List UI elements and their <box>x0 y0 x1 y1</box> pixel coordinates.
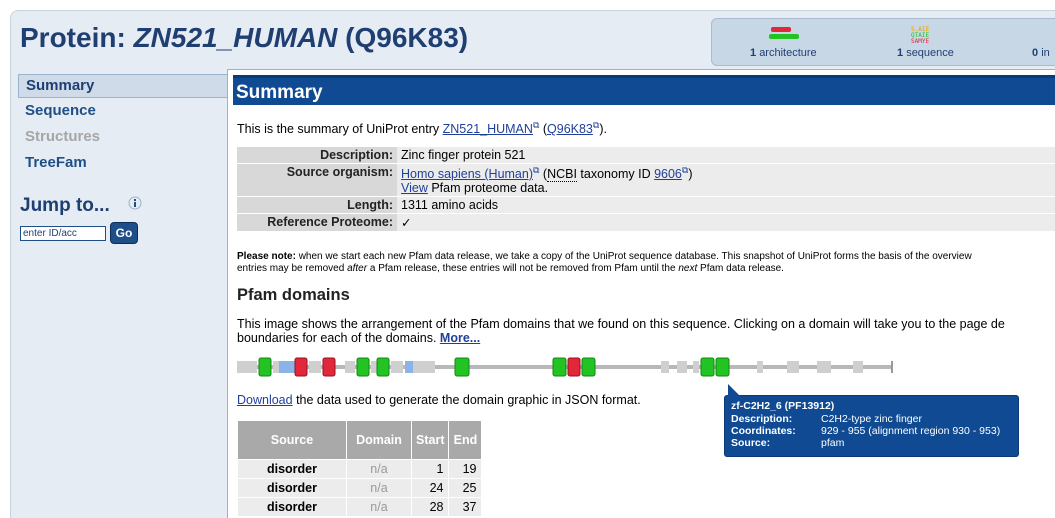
jump-to-title: Jump to... <box>20 195 110 216</box>
domain-green[interactable] <box>700 357 715 377</box>
domain-tooltip: zf-C2H2_6 (PF13912) Description: C2H2-typ… <box>724 384 1019 457</box>
sequence-icon: S.AIE QTAIE SAMYE <box>911 26 929 45</box>
description-value: Zinc finger protein 521 <box>397 147 1055 163</box>
domain-cell: n/a <box>347 460 411 478</box>
taxid-link[interactable]: 9606 <box>654 167 682 181</box>
disorder-region[interactable] <box>693 361 699 373</box>
sidebar-item-summary[interactable]: Summary <box>18 74 228 98</box>
sequence-end-cap <box>891 361 893 373</box>
domain-green[interactable] <box>376 357 390 377</box>
domain-red[interactable] <box>567 357 581 377</box>
column-header-domain[interactable]: Domain <box>347 421 411 459</box>
info-icon[interactable] <box>128 196 142 210</box>
summary-box: 1 architecture S.AIE QTAIE SAMYE 1 seque… <box>711 18 1055 66</box>
low-complexity-region[interactable] <box>405 361 413 373</box>
domain-red[interactable] <box>294 357 308 377</box>
disorder-region[interactable] <box>237 361 257 373</box>
view-proteome-link[interactable]: View <box>401 181 428 195</box>
domain-green[interactable] <box>581 357 596 377</box>
length-label: Length: <box>237 197 397 214</box>
organism-link[interactable]: Homo sapiens (Human) <box>401 167 533 181</box>
pfam-domains-heading: Pfam domains <box>237 286 350 304</box>
disorder-region[interactable] <box>413 361 435 373</box>
start-cell: 1 <box>412 460 449 478</box>
disorder-region[interactable] <box>757 361 763 373</box>
table-row: Description: Zinc finger protein 521 <box>237 147 1055 163</box>
column-header-start[interactable]: Start <box>412 421 449 459</box>
release-note: Please note: when we start each new Pfam… <box>237 251 972 274</box>
go-button[interactable]: Go <box>110 222 138 244</box>
architecture-icon <box>769 27 799 39</box>
disorder-region[interactable] <box>661 361 669 373</box>
source-cell: disorder <box>238 460 346 478</box>
disorder-region[interactable] <box>345 361 355 373</box>
source-organism-value: Homo sapiens (Human)⧉ (NCBI taxonomy ID … <box>397 164 1055 197</box>
checkmark-icon: ✓ <box>397 214 1055 232</box>
sidebar-item-treefam[interactable]: TreeFam <box>18 152 228 176</box>
disorder-region[interactable] <box>677 361 687 373</box>
domain-green[interactable] <box>258 357 272 377</box>
intro-text: This is the summary of UniProt entry ZN5… <box>237 120 607 137</box>
sidebar-item-structures: Structures <box>25 128 101 145</box>
tooltip-title: zf-C2H2_6 (PF13912) <box>731 400 835 412</box>
uniprot-entry-link[interactable]: ZN521_HUMAN <box>443 122 533 136</box>
description-label: Description: <box>237 147 397 163</box>
uniprot-acc-link[interactable]: Q96K83 <box>547 122 593 136</box>
table-row: Reference Proteome: ✓ <box>237 214 1055 232</box>
download-text: Download the data used to generate the d… <box>237 393 641 407</box>
tooltip-row: Coordinates: 929 - 955 (alignment region … <box>731 425 1001 437</box>
download-link[interactable]: Download <box>237 393 293 407</box>
svg-text:SAMYE: SAMYE <box>911 38 929 45</box>
column-header-end[interactable]: End <box>449 421 482 459</box>
sidebar: Summary Sequence Structures TreeFam <box>18 74 228 178</box>
domain-red[interactable] <box>322 357 336 377</box>
page-title: Protein: ZN521_HUMAN (Q96K83) <box>20 22 469 53</box>
disorder-region[interactable] <box>853 361 863 373</box>
disorder-region[interactable] <box>817 361 831 373</box>
reference-proteome-label: Reference Proteome: <box>237 214 397 232</box>
tooltip-row: Source: pfam <box>731 437 845 449</box>
table-row: disorder n/a 24 25 <box>238 479 482 497</box>
domain-cell: n/a <box>347 479 411 497</box>
summary-header: Summary <box>233 75 1055 105</box>
table-header-row: Source Domain Start End <box>238 421 482 459</box>
disorder-region[interactable] <box>371 361 377 373</box>
domain-green[interactable] <box>715 357 730 377</box>
start-cell: 28 <box>412 498 449 516</box>
source-cell: disorder <box>238 479 346 497</box>
table-row: Source organism: Homo sapiens (Human)⧉ (… <box>237 164 1055 197</box>
disorder-region[interactable] <box>787 361 799 373</box>
source-organism-label: Source organism: <box>237 164 397 197</box>
start-cell: 24 <box>412 479 449 497</box>
table-row: Length: 1311 amino acids <box>237 197 1055 214</box>
length-value: 1311 amino acids <box>397 197 1055 214</box>
description-table: Description: Zinc finger protein 521 Sou… <box>237 146 1055 232</box>
jump-id-input[interactable] <box>20 226 106 241</box>
domain-graphic[interactable] <box>237 356 897 378</box>
table-row: disorder n/a 28 37 <box>238 498 482 516</box>
domain-green[interactable] <box>454 357 470 377</box>
ncbi-abbr: NCBI <box>547 167 577 183</box>
column-header-source[interactable]: Source <box>238 421 346 459</box>
end-cell: 25 <box>449 479 482 497</box>
source-table: Source Domain Start End disorder n/a 1 1… <box>237 420 482 517</box>
disorder-region[interactable] <box>273 361 279 373</box>
domain-cell: n/a <box>347 498 411 516</box>
source-cell: disorder <box>238 498 346 516</box>
disorder-region[interactable] <box>309 361 321 373</box>
disorder-region[interactable] <box>391 361 403 373</box>
tooltip-row: Description: C2H2-type zinc finger <box>731 413 922 425</box>
low-complexity-region[interactable] <box>279 361 295 373</box>
domain-green[interactable] <box>356 357 370 377</box>
table-row: disorder n/a 1 19 <box>238 460 482 478</box>
more-link[interactable]: More... <box>440 331 480 345</box>
end-cell: 37 <box>449 498 482 516</box>
domain-green[interactable] <box>552 357 567 377</box>
sidebar-item-sequence[interactable]: Sequence <box>18 100 228 124</box>
pfam-description: This image shows the arrangement of the … <box>237 317 1005 345</box>
end-cell: 19 <box>449 460 482 478</box>
